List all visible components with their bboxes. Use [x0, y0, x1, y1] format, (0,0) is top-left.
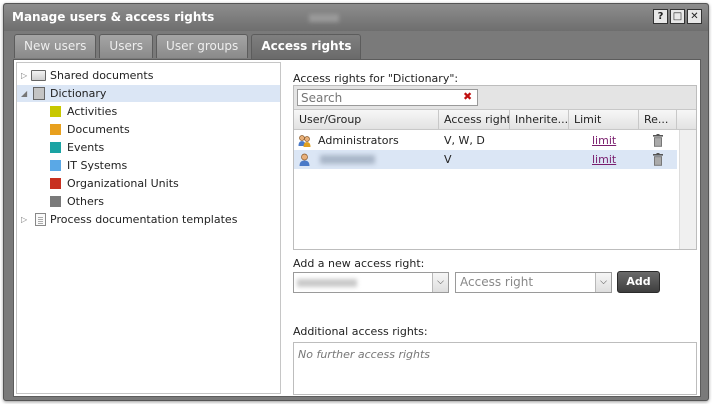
table-row[interactable]: V limit — [294, 150, 677, 169]
user-icon — [299, 153, 310, 166]
tree-item-label: Process documentation templates — [50, 213, 238, 226]
column-header-user-group[interactable]: User/Group — [294, 110, 439, 130]
collapse-icon[interactable]: ◢ — [21, 85, 27, 102]
redacted-selected-user — [297, 279, 357, 287]
expand-icon[interactable]: ▷ — [21, 67, 27, 84]
close-button[interactable]: ✕ — [687, 9, 702, 24]
others-color-icon — [50, 196, 61, 207]
tree-item-label: IT Systems — [67, 159, 128, 172]
access-right-select[interactable]: Access right ⌵ — [455, 272, 612, 293]
tree-item-organizational-units[interactable]: Organizational Units — [17, 175, 280, 192]
tab-user-groups[interactable]: User groups — [156, 34, 249, 58]
organizational-units-color-icon — [50, 178, 61, 189]
dictionary-icon — [33, 87, 45, 100]
tree-item-label: Dictionary — [50, 87, 107, 100]
user-select[interactable]: ⌵ — [293, 272, 449, 293]
grid-scrollbar[interactable] — [679, 130, 696, 249]
help-button[interactable]: ? — [653, 9, 668, 24]
redacted-user-name — [320, 155, 375, 164]
additional-access-rights-label: Additional access rights: — [293, 325, 428, 338]
events-color-icon — [50, 142, 61, 153]
empty-state-text: No further access rights — [298, 348, 431, 361]
tree-item-activities[interactable]: Activities — [17, 103, 280, 120]
object-tree: ▷ Shared documents ◢ Dictionary Activiti… — [16, 62, 281, 394]
column-header-access-right[interactable]: Access right — [439, 110, 510, 130]
search-input[interactable] — [297, 89, 478, 106]
tree-item-dictionary[interactable]: ◢ Dictionary — [17, 85, 280, 102]
tree-item-events[interactable]: Events — [17, 139, 280, 156]
clear-search-icon[interactable]: ✖ — [463, 90, 472, 103]
user-group-cell: Administrators — [318, 134, 399, 147]
chevron-down-icon[interactable]: ⌵ — [595, 273, 611, 292]
limit-link[interactable]: limit — [592, 150, 616, 169]
it-systems-color-icon — [50, 160, 61, 171]
column-header-remove[interactable]: Re... — [639, 110, 677, 130]
limit-link[interactable]: limit — [592, 131, 616, 150]
window-controls: ? □ ✕ — [653, 9, 702, 24]
tab-bar: New users Users User groups Access right… — [14, 34, 362, 59]
access-right-select-placeholder: Access right — [460, 275, 534, 289]
tree-item-shared-documents[interactable]: ▷ Shared documents — [17, 67, 280, 84]
tab-access-rights[interactable]: Access rights — [251, 34, 362, 59]
tree-item-label: Others — [67, 195, 104, 208]
maximize-button[interactable]: □ — [670, 9, 685, 24]
add-access-right-label: Add a new access right: — [293, 257, 425, 270]
tab-new-users[interactable]: New users — [14, 34, 97, 58]
trash-icon[interactable] — [653, 153, 663, 166]
tree-item-others[interactable]: Others — [17, 193, 280, 210]
tab-users[interactable]: Users — [99, 34, 154, 58]
documents-color-icon — [50, 124, 61, 135]
table-row[interactable]: Administrators V, W, D limit — [294, 131, 677, 150]
title-bar[interactable]: Manage users & access rights ? □ ✕ — [4, 4, 708, 31]
tree-item-label: Events — [67, 141, 105, 154]
access-rights-grid: ✖ User/Group Access right Inherite... Li… — [293, 85, 697, 250]
redacted-title-fragment — [309, 14, 339, 22]
tree-item-it-systems[interactable]: IT Systems — [17, 157, 280, 174]
tab-content: ▷ Shared documents ◢ Dictionary Activiti… — [13, 59, 701, 397]
manage-users-dialog: Manage users & access rights ? □ ✕ New u… — [3, 3, 709, 401]
search-bar: ✖ — [294, 86, 696, 110]
tree-item-label: Shared documents — [50, 69, 154, 82]
group-icon — [298, 135, 311, 147]
activities-color-icon — [50, 106, 61, 117]
column-header-limit[interactable]: Limit — [569, 110, 639, 130]
tree-item-label: Activities — [67, 105, 118, 118]
chevron-down-icon[interactable]: ⌵ — [432, 273, 448, 292]
window-title: Manage users & access rights — [12, 10, 215, 24]
add-button[interactable]: Add — [617, 271, 660, 293]
tree-item-process-documentation-templates[interactable]: ▷ Process documentation templates — [17, 211, 280, 228]
access-rights-heading: Access rights for "Dictionary": — [293, 72, 459, 85]
column-header-inherited[interactable]: Inherite... — [510, 110, 569, 130]
tree-item-label: Organizational Units — [67, 177, 179, 190]
tree-item-documents[interactable]: Documents — [17, 121, 280, 138]
document-icon — [35, 213, 46, 226]
access-right-cell: V — [444, 153, 452, 166]
tree-item-label: Documents — [67, 123, 130, 136]
grid-header: User/Group Access right Inherite... Limi… — [294, 110, 696, 130]
additional-access-rights-box: No further access rights — [293, 342, 697, 395]
trash-icon[interactable] — [653, 134, 663, 147]
expand-icon[interactable]: ▷ — [21, 211, 27, 228]
access-right-cell: V, W, D — [444, 134, 485, 147]
folder-icon — [31, 70, 46, 81]
